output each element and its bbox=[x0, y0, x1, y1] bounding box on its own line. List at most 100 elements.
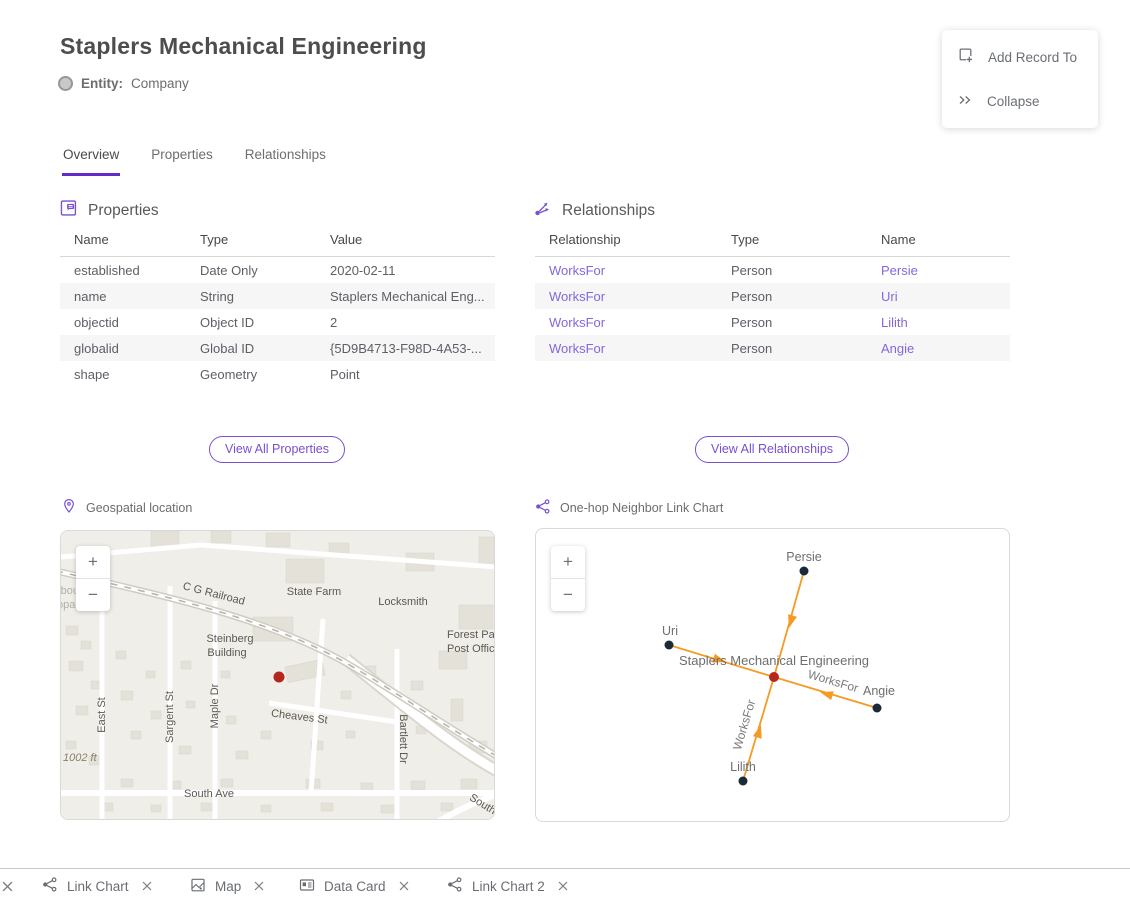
relationship-link[interactable]: WorksFor bbox=[549, 341, 731, 356]
edge-label: WorksFor bbox=[806, 667, 860, 695]
node-label-angie: Angie bbox=[863, 684, 895, 698]
map-view: + − bbox=[60, 530, 495, 820]
property-type: Date Only bbox=[200, 263, 330, 278]
property-type: Object ID bbox=[200, 315, 330, 330]
tab-relationships[interactable]: Relationships bbox=[244, 145, 327, 176]
node-label-center: Staplers Mechanical Engineering bbox=[679, 653, 869, 668]
close-icon[interactable] bbox=[254, 881, 264, 891]
workspace-tab-label: Data Card bbox=[324, 879, 386, 894]
table-row: WorksFor Person Angie bbox=[535, 335, 1010, 361]
record-actions-menu: Add Record To Collapse bbox=[942, 30, 1098, 128]
related-entity-type: Person bbox=[731, 263, 881, 278]
linkchart-section-header: One-hop Neighbor Link Chart bbox=[534, 498, 723, 518]
property-name: established bbox=[74, 263, 200, 278]
relationship-link[interactable]: WorksFor bbox=[549, 289, 731, 304]
svg-text:Maple Dr: Maple Dr bbox=[209, 683, 221, 728]
related-entity-link[interactable]: Persie bbox=[881, 263, 1010, 278]
node-lilith[interactable] bbox=[739, 777, 748, 786]
properties-table-header: Name Type Value bbox=[60, 228, 495, 257]
svg-text:Sargent St: Sargent St bbox=[164, 691, 176, 743]
table-row: globalid Global ID {5D9B4713-F98D-4A53-.… bbox=[60, 335, 495, 361]
double-chevron-right-icon bbox=[957, 92, 973, 111]
collapse-label: Collapse bbox=[987, 94, 1040, 109]
table-row: name String Staplers Mechanical Eng... bbox=[60, 283, 495, 309]
zoom-in-button[interactable]: + bbox=[551, 546, 585, 578]
node-center-entity[interactable] bbox=[769, 672, 779, 682]
entity-label: Entity: bbox=[81, 76, 123, 91]
table-row: objectid Object ID 2 bbox=[60, 309, 495, 335]
related-entity-link[interactable]: Uri bbox=[881, 289, 1010, 304]
add-record-label: Add Record To bbox=[988, 50, 1077, 65]
add-record-icon bbox=[957, 47, 974, 67]
relationship-link[interactable]: WorksFor bbox=[549, 315, 731, 330]
link-chart-canvas[interactable]: WorksFor WorksFor Persie Uri Angie Lilit… bbox=[536, 529, 1010, 822]
zoom-out-button[interactable]: − bbox=[76, 579, 110, 611]
workspace-tab-bar: Link Chart Map Data Card bbox=[0, 868, 1130, 903]
basemap-canvas[interactable]: rbour opaedics C G Railroad State Farm L… bbox=[61, 531, 495, 820]
svg-text:Post Offic: Post Offic bbox=[447, 643, 495, 655]
property-type: Global ID bbox=[200, 341, 330, 356]
map-pin-icon bbox=[61, 498, 77, 517]
close-icon[interactable] bbox=[399, 881, 409, 891]
link-chart-icon bbox=[534, 498, 551, 518]
related-entity-type: Person bbox=[731, 315, 881, 330]
property-name: objectid bbox=[74, 315, 200, 330]
tab-overview[interactable]: Overview bbox=[62, 145, 120, 176]
map-zoom-control: + − bbox=[76, 546, 110, 611]
data-card-page: Staplers Mechanical Engineering Entity: … bbox=[0, 0, 1130, 903]
node-persie[interactable] bbox=[800, 567, 809, 576]
svg-text:State Farm: State Farm bbox=[287, 586, 341, 598]
svg-text:South Ave: South Ave bbox=[184, 788, 234, 800]
close-icon[interactable] bbox=[2, 869, 13, 903]
column-header: Type bbox=[731, 232, 881, 247]
map-icon bbox=[190, 877, 206, 896]
tab-properties[interactable]: Properties bbox=[150, 145, 214, 176]
property-name: globalid bbox=[74, 341, 200, 356]
properties-table: Name Type Value established Date Only 20… bbox=[60, 228, 495, 387]
table-row: WorksFor Person Lilith bbox=[535, 309, 1010, 335]
column-header: Type bbox=[200, 232, 330, 247]
property-value: {5D9B4713-F98D-4A53-... bbox=[330, 341, 495, 356]
workspace-tab-label: Link Chart 2 bbox=[472, 879, 545, 894]
close-icon[interactable] bbox=[558, 881, 568, 891]
node-label-uri: Uri bbox=[662, 624, 678, 638]
table-row: established Date Only 2020-02-11 bbox=[60, 257, 495, 283]
workspace-tab-map[interactable]: Map bbox=[190, 869, 264, 903]
properties-section-title: Properties bbox=[88, 202, 159, 220]
related-entity-link[interactable]: Lilith bbox=[881, 315, 1010, 330]
data-card-icon bbox=[299, 877, 315, 896]
zoom-out-button[interactable]: − bbox=[551, 579, 585, 611]
relationship-link[interactable]: WorksFor bbox=[549, 263, 731, 278]
entity-location-marker[interactable] bbox=[274, 672, 285, 683]
close-icon[interactable] bbox=[142, 881, 152, 891]
property-type: String bbox=[200, 289, 330, 304]
related-entity-link[interactable]: Angie bbox=[881, 341, 1010, 356]
view-all-properties-button[interactable]: View All Properties bbox=[209, 436, 345, 463]
zoom-in-button[interactable]: + bbox=[76, 546, 110, 578]
svg-text:Building: Building bbox=[207, 647, 246, 659]
entity-type-color-dot bbox=[58, 76, 73, 91]
svg-text:1002 ft: 1002 ft bbox=[63, 752, 98, 764]
column-header: Relationship bbox=[549, 232, 731, 247]
node-uri[interactable] bbox=[665, 641, 674, 650]
geospatial-section-title: Geospatial location bbox=[86, 501, 192, 515]
workspace-tab-label: Link Chart bbox=[67, 879, 129, 894]
property-name: shape bbox=[74, 367, 200, 382]
workspace-tab-link-chart[interactable]: Link Chart bbox=[41, 869, 152, 903]
workspace-tab-data-card[interactable]: Data Card bbox=[299, 869, 409, 903]
column-header: Name bbox=[881, 232, 1010, 247]
add-record-to-menu-item[interactable]: Add Record To bbox=[957, 44, 1083, 70]
svg-text:Locksmith: Locksmith bbox=[378, 596, 428, 608]
geospatial-section-header: Geospatial location bbox=[61, 498, 192, 517]
workspace-tab-label: Map bbox=[215, 879, 241, 894]
collapse-menu-item[interactable]: Collapse bbox=[957, 88, 1083, 114]
view-all-relationships-button[interactable]: View All Relationships bbox=[695, 436, 849, 463]
node-angie[interactable] bbox=[873, 704, 882, 713]
properties-section-header: Properties bbox=[60, 199, 159, 222]
svg-text:East St: East St bbox=[96, 697, 108, 732]
column-header: Name bbox=[74, 232, 200, 247]
relationships-section-header: Relationships bbox=[534, 199, 655, 222]
workspace-tab-link-chart-2[interactable]: Link Chart 2 bbox=[446, 869, 568, 903]
column-header: Value bbox=[330, 232, 495, 247]
page-title: Staplers Mechanical Engineering bbox=[60, 33, 427, 60]
